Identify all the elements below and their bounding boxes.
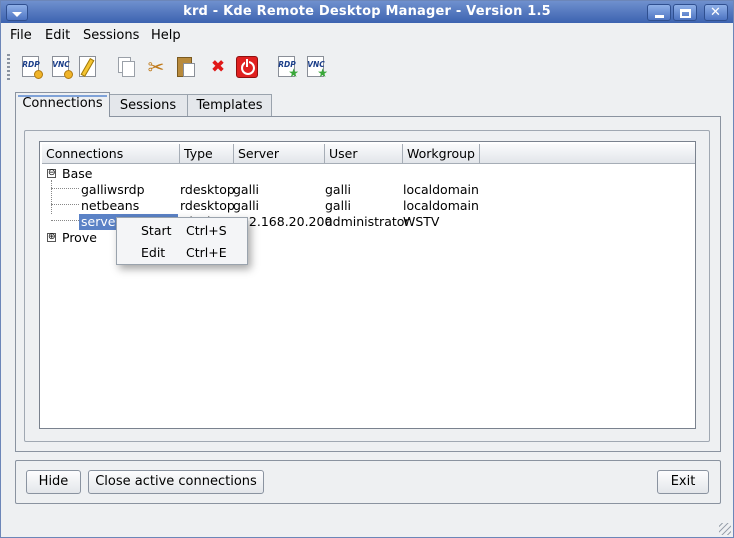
menu-edit[interactable]: Edit: [45, 28, 70, 43]
shutdown-icon[interactable]: [235, 55, 259, 79]
toolbar-grip[interactable]: [7, 54, 10, 80]
connection-workgroup: localdomain: [403, 198, 479, 213]
close-icon: ✕: [710, 5, 721, 20]
window-title: krd - Kde Remote Desktop Manager - Versi…: [183, 4, 551, 19]
minimize-icon: [655, 15, 664, 18]
column-header-user[interactable]: User: [325, 144, 403, 164]
hide-button[interactable]: Hide: [26, 470, 81, 494]
exit-button[interactable]: Exit: [657, 470, 709, 494]
context-menu-edit[interactable]: Edit Ctrl+E: [117, 241, 247, 263]
tab-templates[interactable]: Templates: [187, 94, 272, 117]
resize-grip-icon[interactable]: [719, 523, 731, 535]
menu-sessions[interactable]: Sessions: [83, 28, 139, 43]
connections-tree[interactable]: Connections Type Server User Workgroup ⊖…: [39, 141, 696, 429]
table-row[interactable]: netbeans rdesktop galli galli localdomai…: [40, 198, 695, 214]
copy-icon[interactable]: [114, 55, 138, 79]
context-menu-shortcut: Ctrl+S: [186, 223, 227, 238]
column-header-server[interactable]: Server: [234, 144, 325, 164]
start-vnc-icon[interactable]: VNC ★: [304, 55, 328, 79]
rdp-label: RDP: [22, 60, 40, 69]
new-vnc-icon[interactable]: VNC: [49, 55, 73, 79]
menu-help[interactable]: Help: [151, 28, 181, 43]
connection-user: galli: [325, 198, 352, 213]
expand-icon[interactable]: ⊕: [47, 233, 56, 242]
close-window-button[interactable]: ✕: [704, 4, 728, 21]
connection-server: galli: [233, 182, 260, 197]
context-menu: Start Ctrl+S Edit Ctrl+E: [116, 217, 248, 265]
delete-icon[interactable]: ✖: [206, 55, 230, 79]
edit-icon[interactable]: [76, 55, 100, 79]
connection-workgroup: WSTV: [403, 214, 440, 229]
menu-file[interactable]: File: [10, 28, 32, 43]
connection-name: galliwsrdp: [81, 182, 145, 197]
context-menu-label: Edit: [141, 245, 166, 260]
vnc-label: VNC: [52, 60, 70, 69]
connection-name: netbeans: [81, 198, 140, 213]
group-label: Prove: [62, 230, 97, 245]
group-label: Base: [62, 166, 93, 181]
menu-bar: File Edit Sessions Help: [1, 24, 733, 46]
column-header-workgroup[interactable]: Workgroup: [403, 144, 480, 164]
context-menu-shortcut: Ctrl+E: [186, 245, 227, 260]
new-rdp-icon[interactable]: RDP: [19, 55, 43, 79]
cut-icon[interactable]: ✂: [144, 55, 168, 79]
context-menu-start[interactable]: Start Ctrl+S: [117, 219, 247, 241]
title-bar[interactable]: krd - Kde Remote Desktop Manager - Versi…: [1, 1, 733, 23]
start-rdp-icon[interactable]: RDP ★: [275, 55, 299, 79]
toolbar: RDP VNC ✂ ✖ RDP ★ VNC ★: [1, 48, 733, 86]
close-active-connections-button[interactable]: Close active connections: [88, 470, 264, 494]
tab-sessions[interactable]: Sessions: [108, 94, 188, 117]
connection-user: administrator: [325, 214, 410, 229]
connection-user: galli: [325, 182, 352, 197]
connection-type: rdesktop: [180, 198, 235, 213]
column-header-filler: [480, 144, 695, 164]
maximize-button[interactable]: [673, 4, 697, 21]
collapse-icon[interactable]: ⊖: [47, 169, 56, 178]
minimize-button[interactable]: [647, 4, 671, 21]
context-menu-label: Start: [141, 223, 172, 238]
connection-type: rdesktop: [180, 182, 235, 197]
paste-icon[interactable]: [174, 55, 198, 79]
tree-group-base[interactable]: ⊖ Base: [44, 166, 244, 182]
table-row[interactable]: galliwsrdp rdesktop galli galli localdom…: [40, 182, 695, 198]
connection-workgroup: localdomain: [403, 182, 479, 197]
column-header-type[interactable]: Type: [180, 144, 234, 164]
maximize-icon: [680, 9, 691, 18]
tab-connections[interactable]: Connections: [15, 92, 110, 117]
column-header-connections[interactable]: Connections: [42, 144, 180, 164]
main-window: krd - Kde Remote Desktop Manager - Versi…: [0, 0, 734, 538]
connection-server: galli: [233, 198, 260, 213]
